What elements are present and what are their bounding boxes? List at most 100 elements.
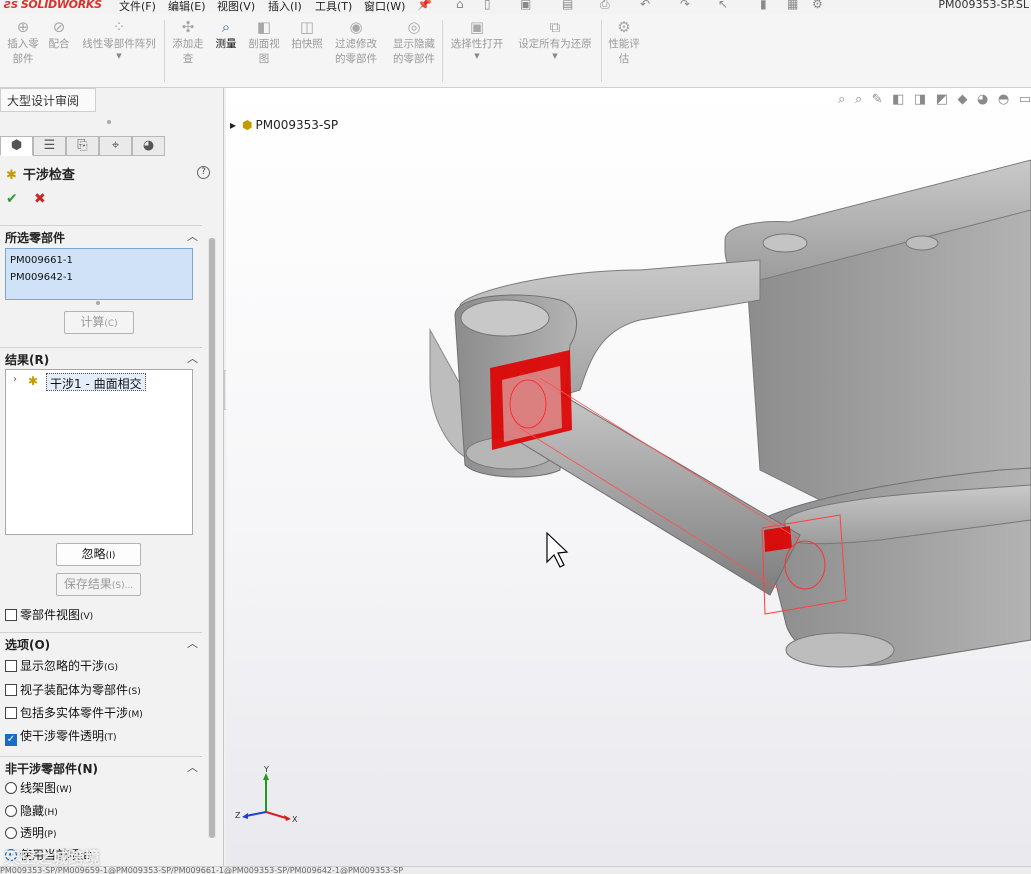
collapse-chevron-icon[interactable]: ︿ <box>187 350 198 366</box>
ok-check-icon[interactable]: ✔ <box>6 191 18 207</box>
new-document-icon[interactable]: ▯ <box>484 0 491 11</box>
performance-evaluation-icon: ⚙ <box>617 18 631 36</box>
assembly-model[interactable] <box>226 88 1031 866</box>
checkbox-box[interactable] <box>5 660 17 672</box>
multibody-interference-checkbox[interactable]: 包括多实体零件干涉(M) <box>5 704 143 721</box>
frame-boss[interactable] <box>762 233 808 253</box>
help-icon[interactable]: ? <box>197 166 210 179</box>
performance-evaluation-button[interactable]: ⚙ 性能评估 <box>604 18 644 67</box>
options-gear-icon[interactable]: ⚙ <box>812 0 823 11</box>
rebuild-icon[interactable]: ▮ <box>760 0 767 11</box>
checkbox-box[interactable] <box>5 609 17 621</box>
transparent-interfering-checkbox[interactable]: ✓ 使干涉零件透明(T) <box>5 727 117 746</box>
selective-open-icon: ▣ <box>469 18 485 36</box>
collapse-chevron-icon[interactable]: ︿ <box>187 759 198 775</box>
open-document-icon[interactable]: ▣ <box>520 0 531 11</box>
filter-modified-icon: ◉ <box>349 18 363 36</box>
result-item[interactable]: 干涉1 - 曲面相交 <box>46 373 146 391</box>
home-icon[interactable]: ⌂ <box>456 0 464 11</box>
triad-z-label: Z <box>235 811 241 820</box>
mate-button[interactable]: ⊘ 配合 <box>45 18 73 52</box>
tab-dimxpert-manager[interactable]: ⌖ <box>99 136 132 156</box>
configuration-manager-icon: ⎘ <box>77 138 88 153</box>
radio-circle[interactable] <box>5 827 17 839</box>
interference-check-icon: ✱ <box>6 168 17 183</box>
add-walkthrough-button[interactable]: ✣ 添加走查 <box>168 18 208 67</box>
menu-insert[interactable]: 插入(I) <box>268 0 302 14</box>
section-view-button[interactable]: ◧ 剖面视图 <box>244 18 284 67</box>
panel-grip[interactable] <box>107 120 111 124</box>
panel-scrollbar[interactable] <box>208 238 216 838</box>
save-results-button[interactable]: 保存结果(S)... <box>56 573 141 596</box>
save-icon[interactable]: ▤ <box>562 0 573 11</box>
linear-pattern-dropdown-icon[interactable]: ▼ <box>77 52 161 60</box>
selective-open-dropdown-icon[interactable]: ▼ <box>446 52 508 60</box>
selective-open-button[interactable]: ▣ 选择性打开 ▼ <box>446 18 508 60</box>
linear-pattern-icon: ⁘ <box>112 18 126 36</box>
tab-feature-manager[interactable]: ⬢ <box>0 136 33 156</box>
tab-display-manager[interactable]: ◕ <box>132 136 165 156</box>
measure-button[interactable]: ⌕ 测量 <box>212 18 240 52</box>
select-icon[interactable]: ↖ <box>718 0 728 11</box>
wireframe-radio[interactable]: 线架图(W) <box>5 779 72 796</box>
filter-modified-button[interactable]: ◉ 过滤修改 的零部件 <box>330 18 382 67</box>
add-walkthrough-icon: ✣ <box>181 18 195 36</box>
tab-large-design-review[interactable]: 大型设计审阅 <box>0 88 96 112</box>
graphics-area[interactable]: ⌕ ⌕ ✎ ◧ ◨ ◩ ◆ ◕ ◓ ▭ ▸ ⬢ PM009353-SP Y X … <box>226 88 1031 866</box>
interference-result-icon: ✱ <box>28 374 39 388</box>
list-resize-grip[interactable] <box>96 301 100 305</box>
list-item[interactable]: PM009661-1 <box>10 252 192 269</box>
menu-edit[interactable]: 编辑(E) <box>168 0 206 14</box>
ignore-button[interactable]: 忽略(I) <box>56 543 141 566</box>
menu-window[interactable]: 窗口(W) <box>364 0 405 14</box>
selected-components-list[interactable]: PM009661-1 PM009642-1 <box>5 248 193 300</box>
hidden-radio[interactable]: 隐藏(H) <box>5 802 58 819</box>
section-options[interactable]: 选项(O) ︿ <box>0 632 202 652</box>
pin-icon[interactable]: 📌 <box>417 0 432 11</box>
set-resolved-dropdown-icon[interactable]: ▼ <box>512 52 598 60</box>
property-manager-panel: 大型设计审阅 ⬢ ☰ ⎘ ⌖ ◕ ✱ 干涉检查 ? ✔ ✖ 所选零部件 ︿ PM0… <box>0 88 224 874</box>
solidworks-logo: ƧS SOLIDWORKS <box>4 0 102 11</box>
show-hidden-button[interactable]: ◎ 显示隐藏 的零部件 <box>388 18 440 67</box>
list-item[interactable]: PM009642-1 <box>10 269 192 286</box>
subassembly-as-component-checkbox[interactable]: 视子装配体为零部件(S) <box>5 681 141 698</box>
frame-boss[interactable] <box>905 235 939 251</box>
radio-circle[interactable] <box>5 805 17 817</box>
scrollbar-thumb[interactable] <box>209 238 215 838</box>
section-non-interfering[interactable]: 非干涉零部件(N) ︿ <box>0 756 202 776</box>
set-resolved-button[interactable]: ⧉ 设定所有为还原 ▼ <box>512 18 598 60</box>
radio-circle[interactable] <box>5 782 17 794</box>
undo-icon[interactable]: ↶ <box>640 0 650 11</box>
tab-configuration-manager[interactable]: ⎘ <box>66 136 99 156</box>
cancel-x-icon[interactable]: ✖ <box>34 191 46 207</box>
expand-arrow-icon[interactable]: › <box>13 374 17 385</box>
menu-tools[interactable]: 工具(T) <box>315 0 352 14</box>
insert-component-button[interactable]: ⊕ 插入零 部件 <box>3 18 43 67</box>
link-cap[interactable] <box>785 632 895 668</box>
snapshot-button[interactable]: ◫ 拍快照 <box>288 18 326 52</box>
show-ignored-checkbox[interactable]: 显示忽略的干涉(G) <box>5 657 118 674</box>
command-separator <box>601 20 602 82</box>
show-hidden-icon: ◎ <box>407 18 421 36</box>
collapse-chevron-icon[interactable]: ︿ <box>187 228 198 244</box>
checkbox-box[interactable] <box>5 684 17 696</box>
linear-pattern-button[interactable]: ⁘ 线性零部件阵列 ▼ <box>77 18 161 60</box>
checkbox-checked[interactable]: ✓ <box>5 734 17 746</box>
tab-property-manager[interactable]: ☰ <box>33 136 66 156</box>
section-results[interactable]: 结果(R) ︿ <box>0 347 202 367</box>
checkbox-box[interactable] <box>5 707 17 719</box>
clevis-cap[interactable] <box>460 299 550 337</box>
file-properties-icon[interactable]: ▦ <box>787 0 798 11</box>
section-selected-components[interactable]: 所选零部件 ︿ <box>0 225 202 245</box>
print-icon[interactable]: ⎙ <box>600 0 610 12</box>
redo-icon[interactable]: ↷ <box>680 0 690 11</box>
calculate-button[interactable]: 计算(C) <box>64 311 134 334</box>
results-tree[interactable]: › ✱ 干涉1 - 曲面相交 <box>5 369 193 535</box>
collapse-chevron-icon[interactable]: ︿ <box>187 635 198 651</box>
component-view-checkbox[interactable]: 零部件视图(V) <box>5 606 93 623</box>
menu-view[interactable]: 视图(V) <box>217 0 255 14</box>
transparent-radio[interactable]: 透明(P) <box>5 824 56 841</box>
set-resolved-icon: ⧉ <box>549 18 561 36</box>
menu-file[interactable]: 文件(F) <box>119 0 156 14</box>
measure-icon: ⌕ <box>221 18 231 36</box>
